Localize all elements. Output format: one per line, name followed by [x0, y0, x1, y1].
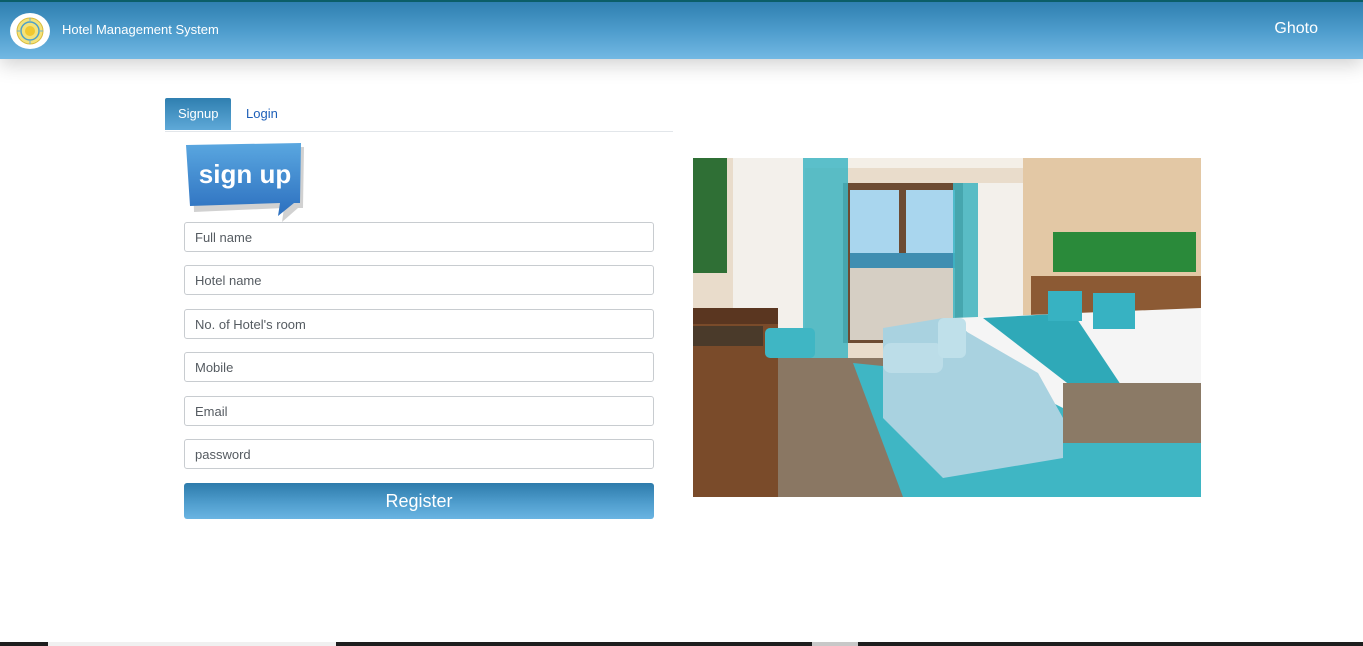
bottom-taskbar-strip — [0, 642, 1363, 646]
signup-badge: sign up — [184, 143, 304, 223]
hotel-rooms-input[interactable] — [184, 309, 654, 339]
hotel-room-image — [693, 158, 1201, 497]
email-input[interactable] — [184, 396, 654, 426]
hotel-name-input[interactable] — [184, 265, 654, 295]
register-button[interactable]: Register — [184, 483, 654, 519]
signup-badge-text: sign up — [199, 159, 291, 189]
mobile-input[interactable] — [184, 352, 654, 382]
taskbar-segment — [812, 642, 858, 646]
auth-tabs: Signup Login — [165, 98, 673, 132]
tab-signup[interactable]: Signup — [165, 98, 232, 130]
app-title: Hotel Management System — [62, 22, 219, 37]
top-navbar: Hotel Management System Ghoto — [0, 0, 1363, 59]
password-input[interactable] — [184, 439, 654, 469]
tab-login[interactable]: Login — [233, 98, 291, 130]
full-name-input[interactable] — [184, 222, 654, 252]
taskbar-segment — [48, 642, 336, 646]
user-name[interactable]: Ghoto — [1274, 20, 1318, 38]
hotel-logo-icon[interactable] — [10, 13, 50, 49]
